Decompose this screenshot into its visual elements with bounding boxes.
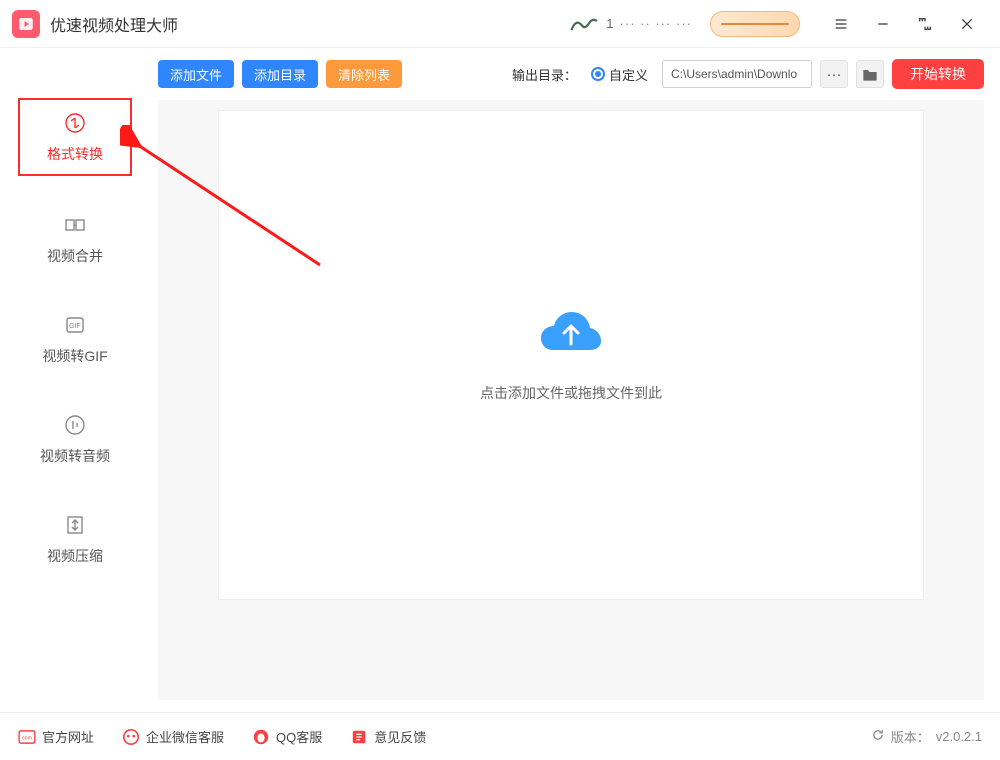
maximize-icon[interactable] xyxy=(914,13,936,35)
convert-icon xyxy=(62,110,88,136)
version-number: v2.0.2.1 xyxy=(936,729,982,744)
start-convert-button[interactable]: 开始转换 xyxy=(892,59,984,89)
footer-label: 意见反馈 xyxy=(374,727,426,746)
footer-official-site[interactable]: com 官方网址 xyxy=(18,727,94,746)
sidebar-item-video-to-gif[interactable]: GIF 视频转GIF xyxy=(18,302,132,376)
user-account-area[interactable]: 1 ··· ·· ··· ··· xyxy=(570,13,692,35)
version-label: 版本： xyxy=(891,727,930,746)
wecom-icon xyxy=(122,728,140,746)
output-path-input[interactable] xyxy=(662,60,812,88)
user-dots: ··· ·· ··· ··· xyxy=(620,16,692,31)
clear-list-button[interactable]: 清除列表 xyxy=(326,60,402,88)
qq-icon xyxy=(252,728,270,746)
site-icon: com xyxy=(18,728,36,746)
gif-icon: GIF xyxy=(62,312,88,338)
action-toolbar: 添加文件 添加目录 清除列表 输出目录： 自定义 ··· 开始转换 xyxy=(158,56,984,92)
output-custom-radio[interactable]: 自定义 xyxy=(591,65,648,84)
sidebar-item-format-convert[interactable]: 格式转换 xyxy=(18,98,132,176)
status-bar: com 官方网址 企业微信客服 QQ客服 意见反馈 版本： v2.0.2.1 xyxy=(0,712,1000,760)
sidebar-item-label: 格式转换 xyxy=(20,144,130,164)
sidebar-item-video-merge[interactable]: 视频合并 xyxy=(18,202,132,276)
sidebar-item-video-to-audio[interactable]: 视频转音频 xyxy=(18,402,132,476)
sidebar-item-label: 视频合并 xyxy=(18,246,132,266)
premium-pill[interactable] xyxy=(710,11,800,37)
sidebar-item-label: 视频转音频 xyxy=(18,446,132,466)
radio-dot-icon xyxy=(591,67,605,81)
add-directory-button[interactable]: 添加目录 xyxy=(242,60,318,88)
upload-cloud-icon xyxy=(537,308,605,363)
sidebar-item-label: 视频转GIF xyxy=(18,346,132,366)
refresh-icon xyxy=(871,728,885,745)
more-path-button[interactable]: ··· xyxy=(820,60,848,88)
merge-icon xyxy=(62,212,88,238)
feedback-icon xyxy=(350,728,368,746)
menu-icon[interactable] xyxy=(830,13,852,35)
content-area: 点击添加文件或拖拽文件到此 xyxy=(158,100,984,700)
sidebar: 格式转换 视频合并 GIF 视频转GIF 视频转音频 视频压缩 xyxy=(0,48,150,712)
minimize-icon[interactable] xyxy=(872,13,894,35)
close-icon[interactable] xyxy=(956,13,978,35)
app-logo xyxy=(12,10,40,38)
audio-icon xyxy=(62,412,88,438)
sidebar-item-label: 视频压缩 xyxy=(18,546,132,566)
radio-label: 自定义 xyxy=(609,65,648,84)
compress-icon xyxy=(62,512,88,538)
footer-label: QQ客服 xyxy=(276,727,322,746)
version-area[interactable]: 版本： v2.0.2.1 xyxy=(871,727,982,746)
svg-text:com: com xyxy=(22,735,33,741)
footer-label: 企业微信客服 xyxy=(146,727,224,746)
footer-label: 官方网址 xyxy=(42,727,94,746)
browse-folder-button[interactable] xyxy=(856,60,884,88)
drop-hint-text: 点击添加文件或拖拽文件到此 xyxy=(480,383,662,403)
footer-feedback[interactable]: 意见反馈 xyxy=(350,727,426,746)
svg-text:GIF: GIF xyxy=(69,323,81,330)
title-bar: 优速视频处理大师 1 ··· ·· ··· ··· xyxy=(0,0,1000,48)
footer-qq-support[interactable]: QQ客服 xyxy=(252,727,322,746)
drop-zone[interactable]: 点击添加文件或拖拽文件到此 xyxy=(218,110,924,600)
output-dir-label: 输出目录： xyxy=(512,65,577,84)
add-file-button[interactable]: 添加文件 xyxy=(158,60,234,88)
footer-wecom-support[interactable]: 企业微信客服 xyxy=(122,727,224,746)
sidebar-item-video-compress[interactable]: 视频压缩 xyxy=(18,502,132,576)
app-title: 优速视频处理大师 xyxy=(50,12,178,36)
user-id-text: 1 xyxy=(606,16,613,31)
